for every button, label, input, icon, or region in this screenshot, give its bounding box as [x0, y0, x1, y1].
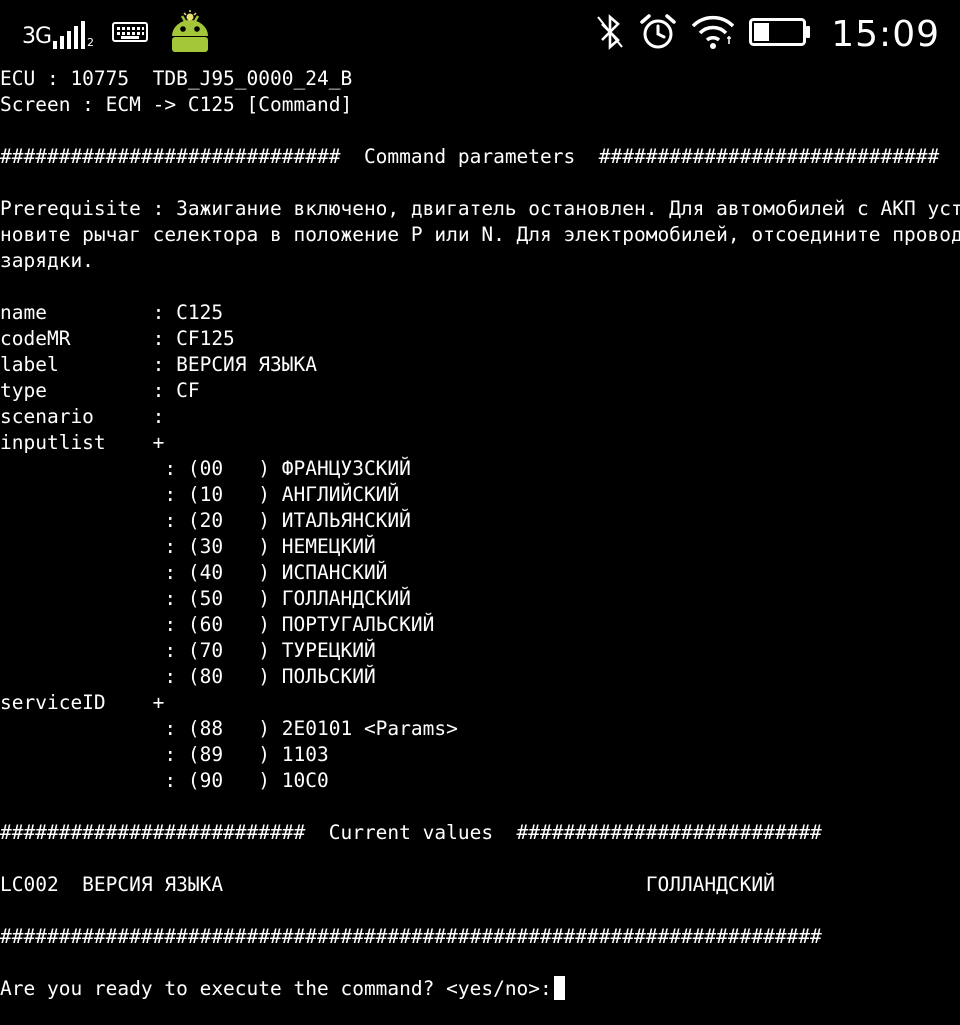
param-inputlist: inputlist + [0, 431, 165, 454]
prerequisite-line-1: Prerequisite : Зажигание включено, двига… [0, 197, 960, 220]
network-type-label: 3G [22, 24, 52, 49]
bluetooth-off-icon [595, 14, 625, 54]
prompt-text: Are you ready to execute the command? <y… [0, 977, 552, 1000]
ecu-line: ECU : 10775 TDB_J95_0000_24_B [0, 67, 353, 90]
param-type: type : CF [0, 379, 200, 402]
status-bar-right: 15:09 [595, 8, 940, 60]
separator-line: ########################################… [0, 925, 822, 948]
param-name: name : C125 [0, 301, 224, 324]
serviceid-item: : (90 ) 10C0 [0, 769, 329, 792]
signal-bars-icon [53, 21, 86, 49]
clock: 15:09 [831, 13, 940, 55]
command-parameters-header: ############################# Command pa… [0, 145, 940, 168]
battery-icon [749, 17, 811, 51]
inputlist-item: : (50 ) ГОЛЛАНДСКИЙ [0, 587, 411, 610]
screen-line: Screen : ECM -> C125 [Command] [0, 93, 353, 116]
param-serviceid: serviceID + [0, 691, 165, 714]
current-values-header: ########################## Current value… [0, 821, 822, 844]
wifi-icon [691, 14, 735, 54]
status-bar: 3G 2 15:09 [0, 0, 960, 66]
inputlist-item: : (60 ) ПОРТУГАЛЬСКИЙ [0, 613, 435, 636]
current-value-row: LC002 ВЕРСИЯ ЯЗЫКА ГОЛЛАНДСКИЙ [0, 873, 775, 896]
serviceid-item: : (88 ) 2E0101 <Params> [0, 717, 458, 740]
serviceid-item: : (89 ) 1103 [0, 743, 329, 766]
inputlist-item: : (80 ) ПОЛЬСКИЙ [0, 665, 376, 688]
param-label: label : ВЕРСИЯ ЯЗЫКА [0, 353, 317, 376]
inputlist-item: : (30 ) НЕМЕЦКИЙ [0, 535, 376, 558]
inputlist-item: : (20 ) ИТАЛЬЯНСКИЙ [0, 509, 411, 532]
inputlist-item: : (70 ) ТУРЕЦКИЙ [0, 639, 376, 662]
alarm-clock-icon [639, 13, 677, 55]
prompt-line[interactable]: Are you ready to execute the command? <y… [0, 976, 565, 1002]
inputlist-item: : (10 ) АНГЛИЙСКИЙ [0, 483, 400, 506]
status-bar-left: 3G 2 [22, 10, 214, 58]
inputlist-item: : (40 ) ИСПАНСКИЙ [0, 561, 388, 584]
param-codemr: codeMR : CF125 [0, 327, 235, 350]
prerequisite-line-3: зарядки. [0, 249, 94, 272]
inputlist-item: : (00 ) ФРАНЦУЗСКИЙ [0, 457, 411, 480]
keyboard-icon [112, 21, 149, 47]
prerequisite-line-2: новите рычаг селектора в положение P или… [0, 223, 960, 246]
param-scenario: scenario : [0, 405, 165, 428]
sim-slot-label: 2 [87, 36, 95, 49]
text-cursor[interactable] [553, 976, 565, 1000]
mobile-signal: 3G 2 [22, 19, 94, 49]
android-debug-icon [166, 10, 214, 58]
